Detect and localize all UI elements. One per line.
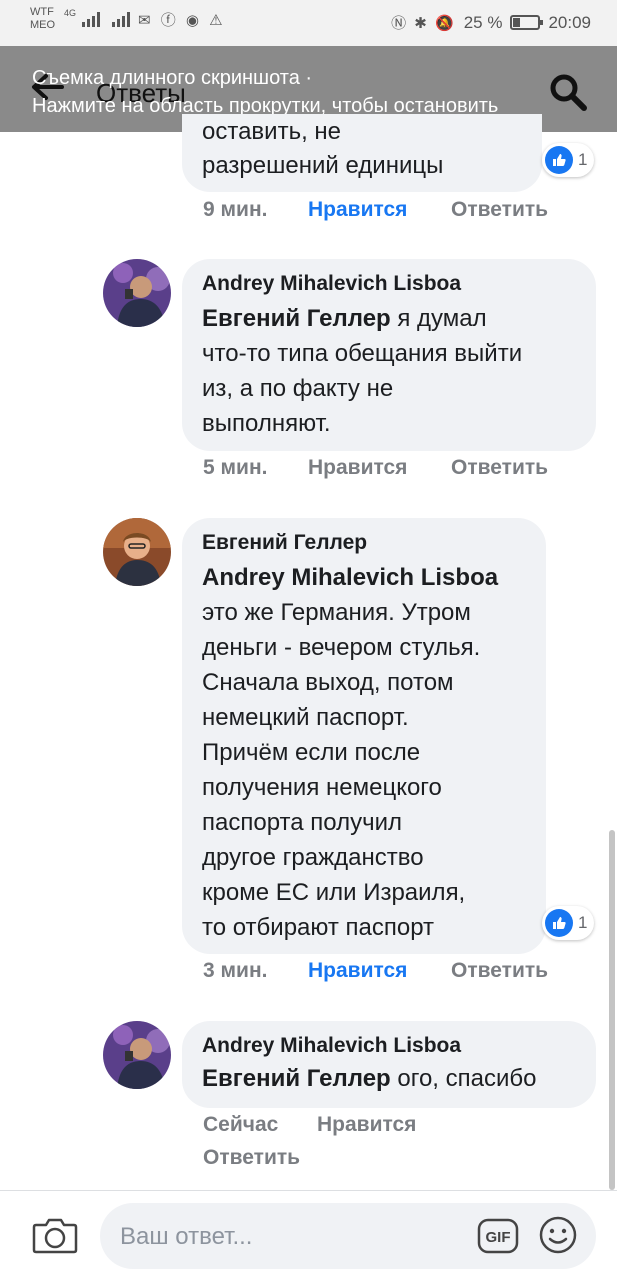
comment-meta: 9 мин. Нравится Ответить [203, 198, 548, 222]
like-button[interactable]: Нравится [308, 456, 451, 480]
status-icons: Ⓝ ✱ 🔕 [391, 15, 456, 32]
comment-text-partial: оставить, не [202, 118, 342, 145]
reply-button[interactable]: Ответить [451, 198, 548, 222]
reaction-badge[interactable]: 1 [542, 143, 594, 177]
emoji-icon[interactable] [538, 1215, 578, 1255]
reaction-count: 1 [578, 150, 588, 169]
mention-link[interactable]: Andrey Mihalevich Lisboa [202, 564, 498, 591]
status-right: Ⓝ ✱ 🔕 25 % 20:09 [391, 12, 591, 33]
avatar[interactable] [103, 1021, 171, 1089]
signal-icon-2 [112, 11, 131, 27]
reply-input[interactable]: Ваш ответ... GIF [100, 1203, 596, 1269]
comment-meta: Сейчас Нравится [203, 1113, 416, 1137]
svg-text:GIF: GIF [486, 1229, 511, 1246]
reaction-count: 1 [578, 913, 588, 932]
comment-bubble[interactable]: Евгений Геллер Andrey Mihalevich Lisboa … [182, 518, 546, 954]
comment-bubble[interactable]: Andrey Mihalevich Lisboa Евгений Геллер … [182, 1021, 596, 1108]
notification-icons: ✉ ⓕ ◉ ⚠ [138, 11, 226, 29]
reply-input-placeholder: Ваш ответ... [120, 1223, 253, 1250]
battery-percent: 25 % [463, 12, 503, 32]
network-type: 4G [64, 8, 77, 18]
reaction-badge[interactable]: 1 [542, 906, 594, 940]
carrier-label: WTF MEO [30, 6, 56, 31]
comment-time[interactable]: 3 мин. [203, 959, 308, 983]
battery-icon [510, 15, 544, 30]
like-button[interactable]: Нравится [308, 198, 451, 222]
mention-link[interactable]: Евгений Геллер [202, 305, 391, 332]
status-bar: WTF MEO 4G ✉ ⓕ ◉ ⚠ Ⓝ ✱ 🔕 25 % 20:09 [0, 0, 617, 46]
comment-time[interactable]: 5 мин. [203, 456, 308, 480]
comment-author[interactable]: Евгений Геллер [202, 530, 526, 556]
comment-text: Andrey Mihalevich Lisboa это же Германия… [202, 564, 499, 941]
comment-bubble[interactable]: оставить, не разрешений единицы [182, 114, 542, 192]
like-button[interactable]: Нравится [308, 959, 451, 983]
comment-text: разрешений единицы [202, 152, 444, 179]
reply-button[interactable]: Ответить [203, 1146, 300, 1170]
clock: 20:09 [548, 12, 591, 32]
avatar[interactable] [103, 518, 171, 586]
reply-button[interactable]: Ответить [451, 959, 548, 983]
avatar[interactable] [103, 259, 171, 327]
comment-bubble[interactable]: Andrey Mihalevich Lisboa Евгений Геллер … [182, 259, 596, 451]
comment-author[interactable]: Andrey Mihalevich Lisboa [202, 271, 576, 297]
comment-meta: 5 мин. Нравится Ответить [203, 456, 548, 480]
thumbs-up-icon [545, 909, 573, 937]
comment-meta: 3 мин. Нравится Ответить [203, 959, 548, 983]
comment-time[interactable]: Сейчас [203, 1113, 317, 1137]
comment-text: Евгений Геллер ого, спасибо [202, 1065, 537, 1092]
gif-icon[interactable]: GIF [476, 1217, 520, 1255]
scrollbar[interactable] [609, 830, 615, 1190]
screenshot-overlay-hint[interactable]: Съемка длинного скриншота · Нажмите на о… [32, 64, 592, 120]
comment-text: Евгений Геллер я думал что-то типа обеща… [202, 305, 523, 437]
reply-composer: Ваш ответ... GIF [0, 1190, 617, 1280]
mention-link[interactable]: Евгений Геллер [202, 1065, 391, 1092]
reply-button[interactable]: Ответить [451, 456, 548, 480]
comment-meta-reply: Ответить [203, 1146, 300, 1170]
status-left: WTF MEO 4G ✉ ⓕ ◉ ⚠ [30, 6, 226, 32]
signal-icon [82, 11, 101, 27]
thumbs-up-icon [545, 146, 573, 174]
camera-icon[interactable] [32, 1215, 78, 1255]
comment-author[interactable]: Andrey Mihalevich Lisboa [202, 1033, 576, 1059]
comment-time[interactable]: 9 мин. [203, 198, 308, 222]
like-button[interactable]: Нравится [317, 1113, 416, 1137]
